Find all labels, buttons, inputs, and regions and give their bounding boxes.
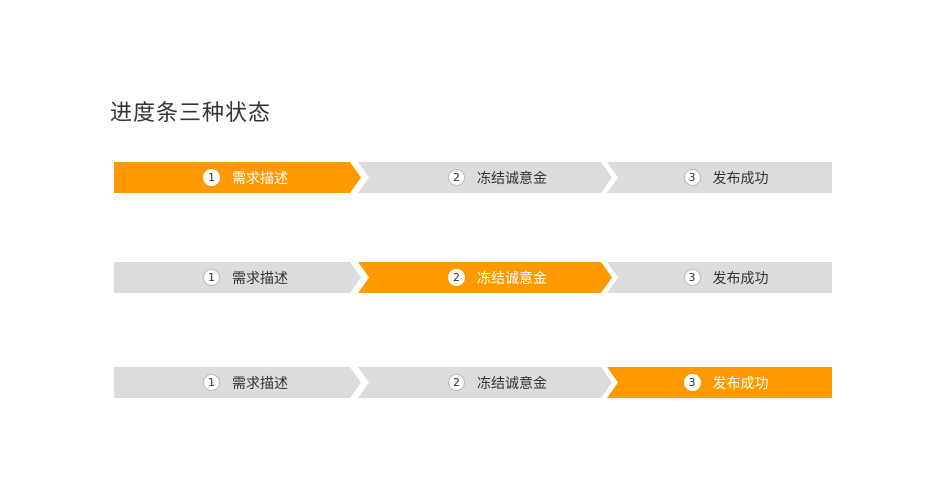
step-publish-success[interactable]: 3 发布成功 bbox=[607, 162, 832, 193]
step-requirement[interactable]: 1 需求描述 bbox=[114, 367, 361, 398]
step-requirement[interactable]: 1 需求描述 bbox=[114, 262, 361, 293]
progress-stepper-state-2: 1 需求描述 2 冻结诚意金 3 发布成功 bbox=[114, 262, 832, 293]
step-requirement[interactable]: 1 需求描述 bbox=[114, 162, 361, 193]
step-freeze-deposit[interactable]: 2 冻结诚意金 bbox=[358, 367, 612, 398]
step-number-badge: 1 bbox=[203, 169, 220, 186]
step-number-badge: 2 bbox=[448, 269, 465, 286]
step-label: 发布成功 bbox=[712, 170, 769, 187]
step-number-badge: 1 bbox=[203, 374, 220, 391]
step-number-badge: 3 bbox=[683, 169, 701, 186]
step-number-badge: 1 bbox=[203, 269, 220, 286]
page-title: 进度条三种状态 bbox=[110, 101, 272, 126]
step-label: 需求描述 bbox=[232, 270, 288, 287]
step-number-badge: 2 bbox=[448, 169, 465, 186]
step-freeze-deposit[interactable]: 2 冻结诚意金 bbox=[358, 162, 612, 193]
progress-stepper-state-3: 1 需求描述 2 冻结诚意金 3 发布成功 bbox=[114, 367, 832, 398]
step-number-badge: 3 bbox=[683, 269, 701, 286]
step-label: 发布成功 bbox=[712, 270, 769, 287]
step-number-badge: 2 bbox=[448, 374, 465, 391]
step-label: 冻结诚意金 bbox=[477, 375, 547, 392]
step-label: 冻结诚意金 bbox=[477, 270, 547, 287]
step-label: 发布成功 bbox=[712, 375, 769, 392]
step-label: 冻结诚意金 bbox=[477, 170, 547, 187]
step-freeze-deposit[interactable]: 2 冻结诚意金 bbox=[358, 262, 612, 293]
progress-stepper-state-1: 1 需求描述 2 冻结诚意金 3 发布成功 bbox=[114, 162, 832, 193]
step-publish-success[interactable]: 3 发布成功 bbox=[607, 367, 832, 398]
step-publish-success[interactable]: 3 发布成功 bbox=[607, 262, 832, 293]
step-label: 需求描述 bbox=[232, 375, 288, 392]
step-label: 需求描述 bbox=[232, 170, 288, 187]
step-number-badge: 3 bbox=[683, 374, 701, 391]
